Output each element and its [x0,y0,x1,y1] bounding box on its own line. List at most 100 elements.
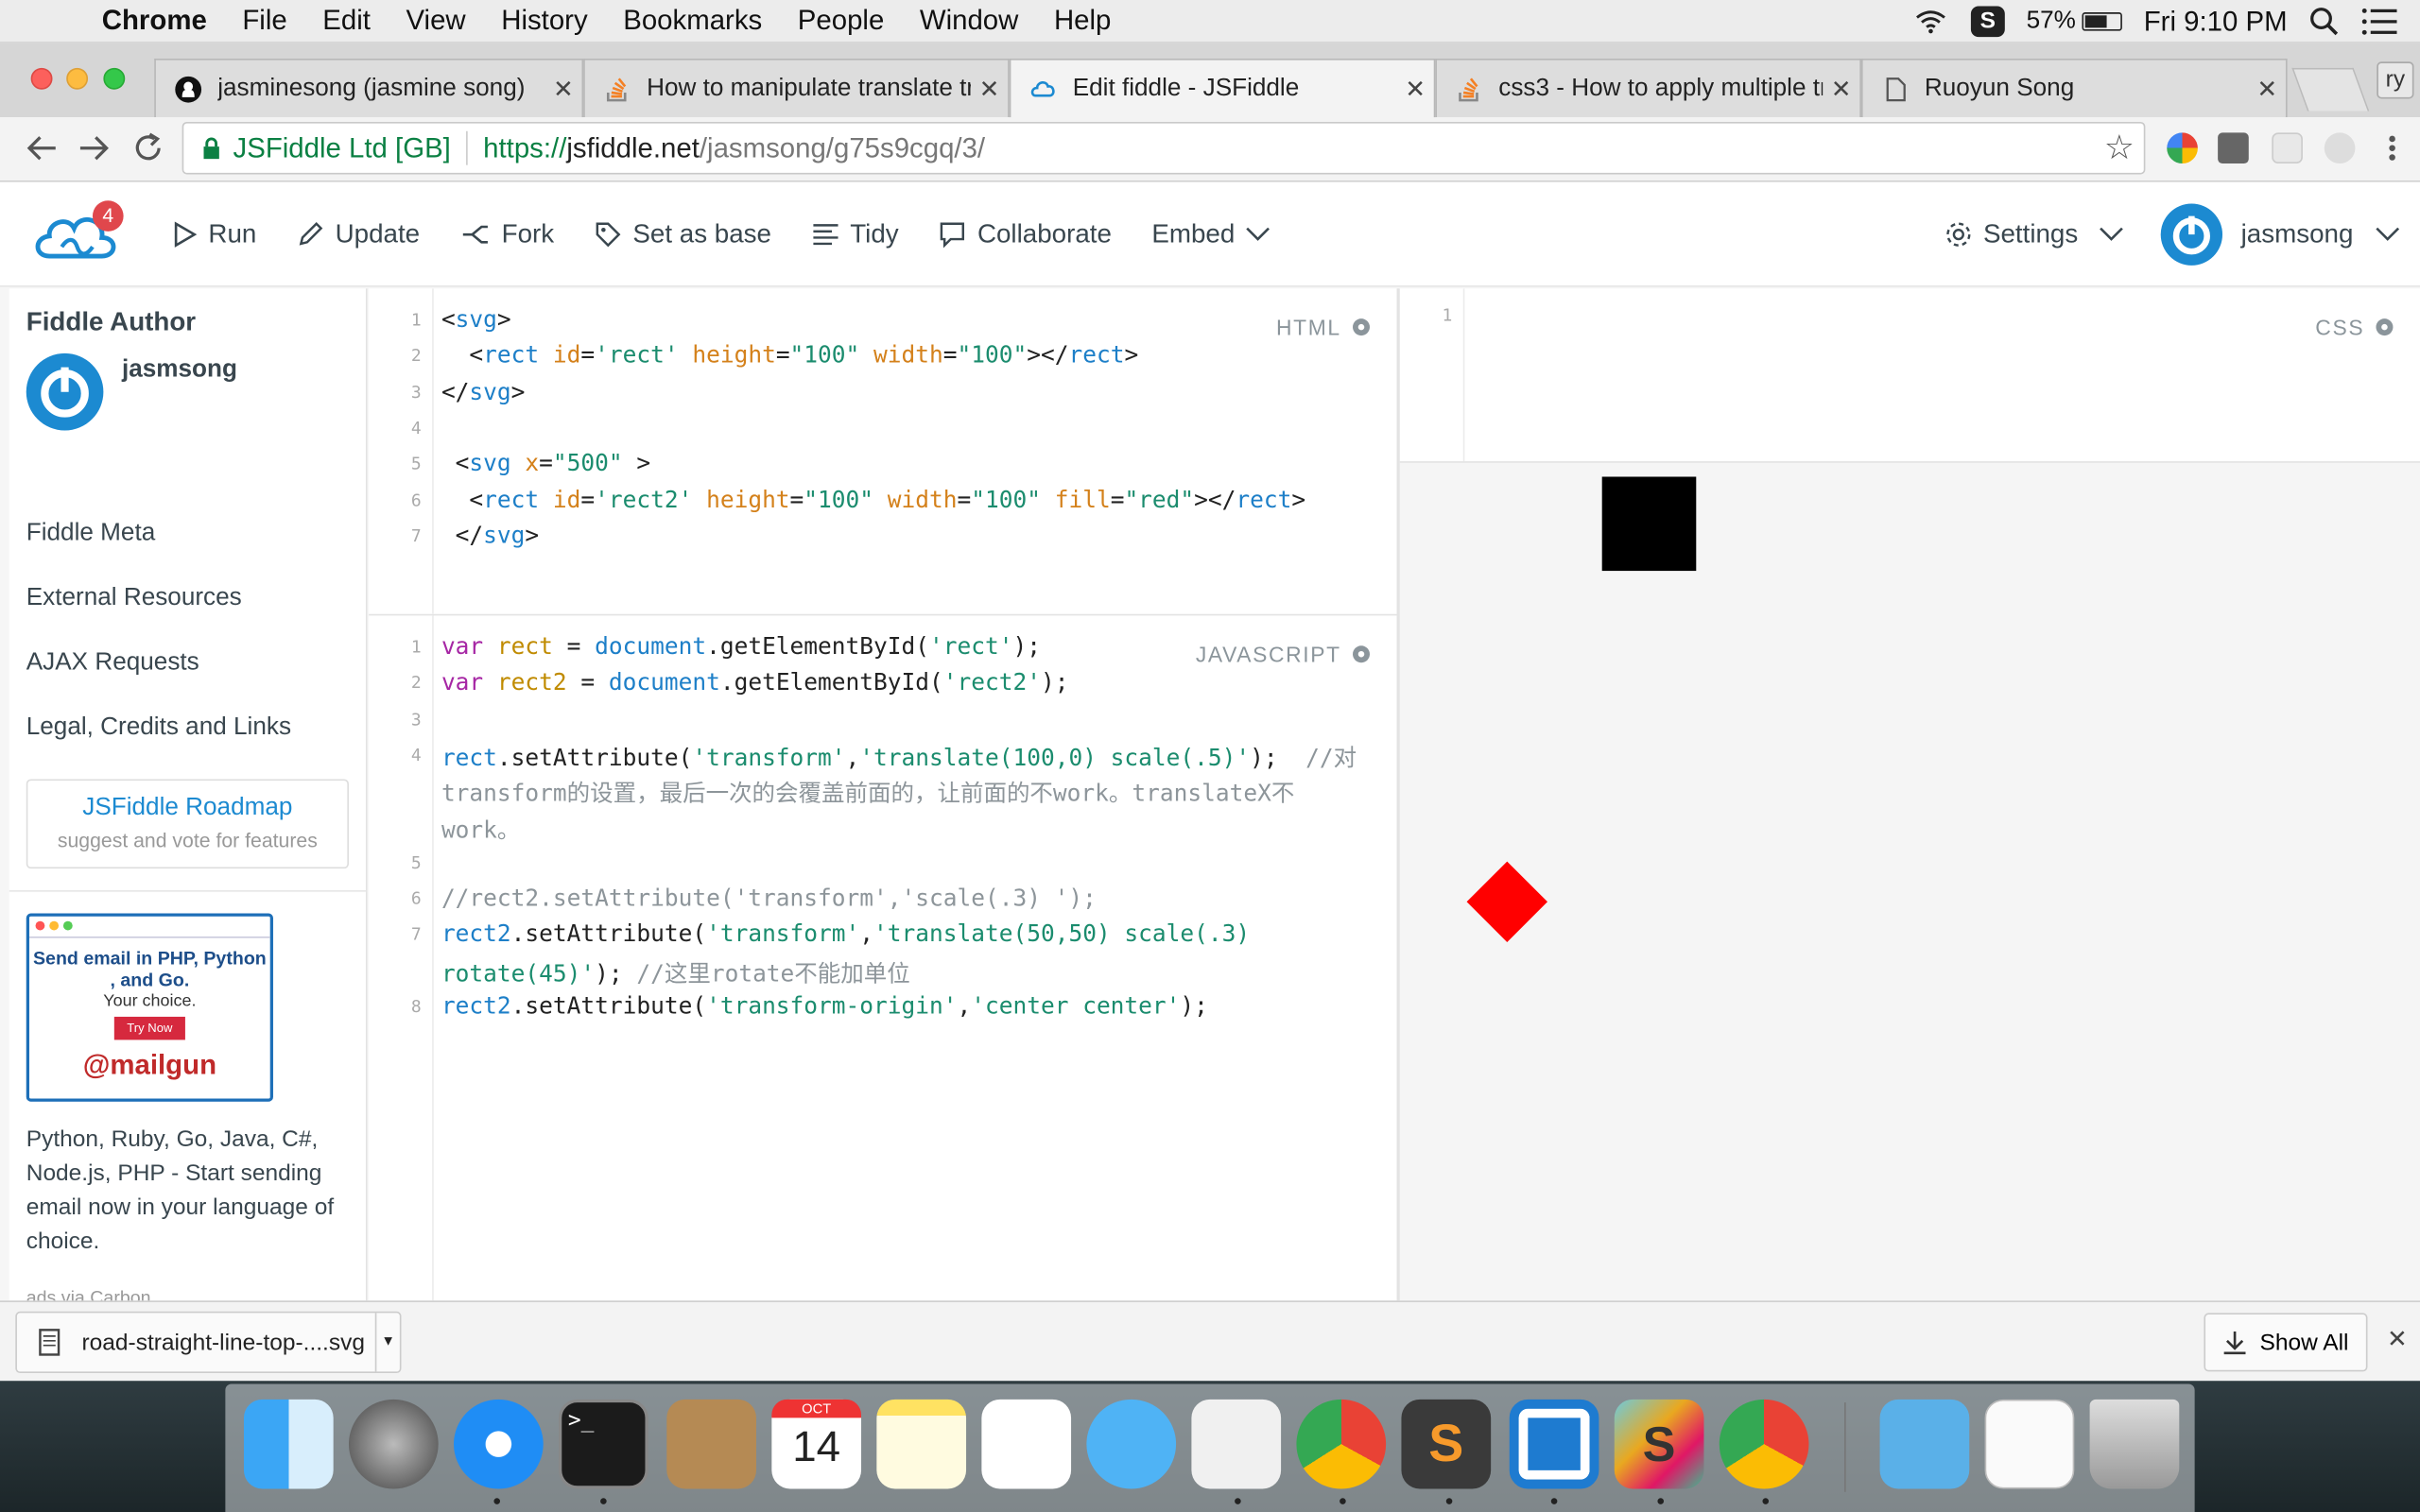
calendar-icon[interactable]: OCT 14 [771,1399,862,1489]
clock[interactable]: Fri 9:10 PM [2144,6,2288,38]
reminders-icon[interactable] [981,1399,1072,1489]
collaborate-button[interactable]: Collaborate [939,218,1112,249]
launchpad-icon[interactable] [348,1399,439,1489]
battery-status[interactable]: 57% [2027,8,2122,35]
chrome-extension-icon[interactable] [2167,132,2198,164]
chrome-icon[interactable] [1296,1399,1387,1489]
menu-edit[interactable]: Edit [322,5,371,37]
cast-icon[interactable] [2272,132,2303,164]
menu-history[interactable]: History [501,5,587,37]
close-tab-icon[interactable]: ✕ [971,74,1008,105]
extension-puzzle-icon[interactable] [2218,132,2249,164]
gear-icon[interactable] [1351,317,1373,338]
chrome-canary-icon[interactable] [1719,1399,1809,1489]
profile-button[interactable]: ry [2377,61,2414,99]
finder-icon[interactable] [243,1399,334,1489]
javascript-editor[interactable]: 12345678 var rect = document.getElementB… [369,615,1397,1301]
sidebar-item-ajax-requests[interactable]: AJAX Requests [26,649,349,677]
wifi-icon[interactable] [1912,9,1949,34]
tidy-button[interactable]: Tidy [811,218,899,249]
sublime-menu-icon[interactable]: S [1970,6,2005,38]
close-tab-icon[interactable]: ✕ [1823,74,1859,105]
bookmark-star-icon[interactable]: ☆ [2104,129,2135,168]
show-all-button[interactable]: Show All [2204,1313,2368,1372]
messages-icon[interactable] [1086,1399,1177,1489]
downloads-folder-icon[interactable] [1879,1399,1970,1489]
download-menu-caret-icon[interactable]: ▼ [374,1313,400,1372]
result-pane[interactable] [1399,462,2420,1301]
css-editor[interactable]: 1 CSS [1399,288,2420,462]
tab-jsfiddle[interactable]: Edit fiddle - JSFiddle ✕ [1009,59,1436,118]
line-number: 5 [410,852,422,873]
set-as-base-button[interactable]: Set as base [595,218,771,249]
notification-badge[interactable]: 4 [92,200,124,232]
update-button[interactable]: Update [297,218,420,249]
author-card[interactable]: jasmsong [26,352,349,439]
ad-text[interactable]: Python, Ruby, Go, Java, C#, Node.js, PHP… [26,1124,349,1260]
download-item[interactable]: road-straight-line-top-....svg ▼ [15,1311,402,1374]
recent-document-icon[interactable] [1984,1399,2075,1489]
brackets-icon[interactable] [1509,1399,1599,1489]
menu-file[interactable]: File [242,5,286,37]
address-bar[interactable]: JSFiddle Ltd [GB] https://jsfiddle.net/j… [182,121,2146,175]
spotlight-search-icon[interactable] [2308,7,2340,38]
reload-icon[interactable] [131,131,165,165]
battery-fill [2084,15,2106,28]
minimize-window-button[interactable] [66,67,89,90]
menu-app-name[interactable]: Chrome [102,5,207,37]
gear-icon[interactable] [1351,644,1373,665]
menu-help[interactable]: Help [1054,5,1111,37]
sidebar-item-fiddle-meta[interactable]: Fiddle Meta [26,520,349,547]
sublime-text-icon[interactable]: S [1401,1399,1492,1489]
forward-arrow-icon[interactable] [78,132,112,163]
close-download-bar-icon[interactable]: ✕ [2387,1324,2408,1355]
trash-icon[interactable] [2089,1399,2180,1489]
tab-stackoverflow-css3[interactable]: css3 - How to apply multiple tr ✕ [1435,59,1861,118]
back-arrow-icon[interactable] [25,132,59,163]
close-window-button[interactable] [30,67,53,90]
code-token: rotate(45)' [441,959,596,988]
notification-center-icon[interactable] [2361,8,2398,35]
tab-github[interactable]: jasminesong (jasmine song) ✕ [154,59,584,118]
security-indicator[interactable]: JSFiddle Ltd [GB] [202,132,451,164]
html-panel-label[interactable]: HTML [1276,315,1372,339]
code-token: transform的设置，最后一次的会覆盖前面的，让前面的不work。trans… [441,779,1295,808]
embed-button[interactable]: Embed [1151,218,1270,249]
notes-icon[interactable] [876,1399,967,1489]
tab-ruoyun-song[interactable]: Ruoyun Song ✕ [1860,59,2288,118]
chrome-menu-icon[interactable] [2383,132,2402,163]
contacts-icon[interactable] [666,1399,756,1489]
slack-icon[interactable]: S [1614,1399,1704,1489]
user-menu[interactable]: jasmsong [2160,182,2400,287]
sidebar-item-external-resources[interactable]: External Resources [26,585,349,612]
close-tab-icon[interactable]: ✕ [544,74,581,105]
menu-people[interactable]: People [798,5,885,37]
gear-icon[interactable] [2374,317,2395,338]
line-number: 2 [410,346,422,367]
close-tab-icon[interactable]: ✕ [2249,74,2286,105]
extension-m-icon[interactable] [2324,132,2356,164]
html-editor[interactable]: 1234567 <svg> <rect id='rect' height="10… [369,288,1397,614]
new-tab-button[interactable] [2291,67,2370,112]
js-panel-label[interactable]: JAVASCRIPT [1196,642,1373,666]
code-token: , [957,991,972,1021]
settings-button[interactable]: Settings [1945,182,2124,287]
script-editor-icon[interactable] [1191,1399,1282,1489]
sidebar-item-legal[interactable]: Legal, Credits and Links [26,714,349,742]
menu-window[interactable]: Window [920,5,1019,37]
close-tab-icon[interactable]: ✕ [1397,74,1434,105]
code-token: .setAttribute( [510,991,707,1021]
author-name[interactable]: jasmsong [122,356,237,439]
safari-icon[interactable] [454,1399,544,1489]
fork-button[interactable]: Fork [460,218,554,249]
menu-bookmarks[interactable]: Bookmarks [623,5,762,37]
run-button[interactable]: Run [173,218,256,249]
roadmap-link[interactable]: JSFiddle Roadmap suggest and vote for fe… [26,779,349,869]
tab-stackoverflow-translate[interactable]: How to manipulate translate tr ✕ [583,59,1010,118]
ad-banner[interactable]: Send email in PHP, Python , and Go. Your… [26,913,273,1102]
css-panel-label[interactable]: CSS [2315,315,2395,339]
terminal-icon[interactable]: >_ [559,1399,648,1489]
menu-view[interactable]: View [406,5,465,37]
zoom-window-button[interactable] [103,67,126,90]
